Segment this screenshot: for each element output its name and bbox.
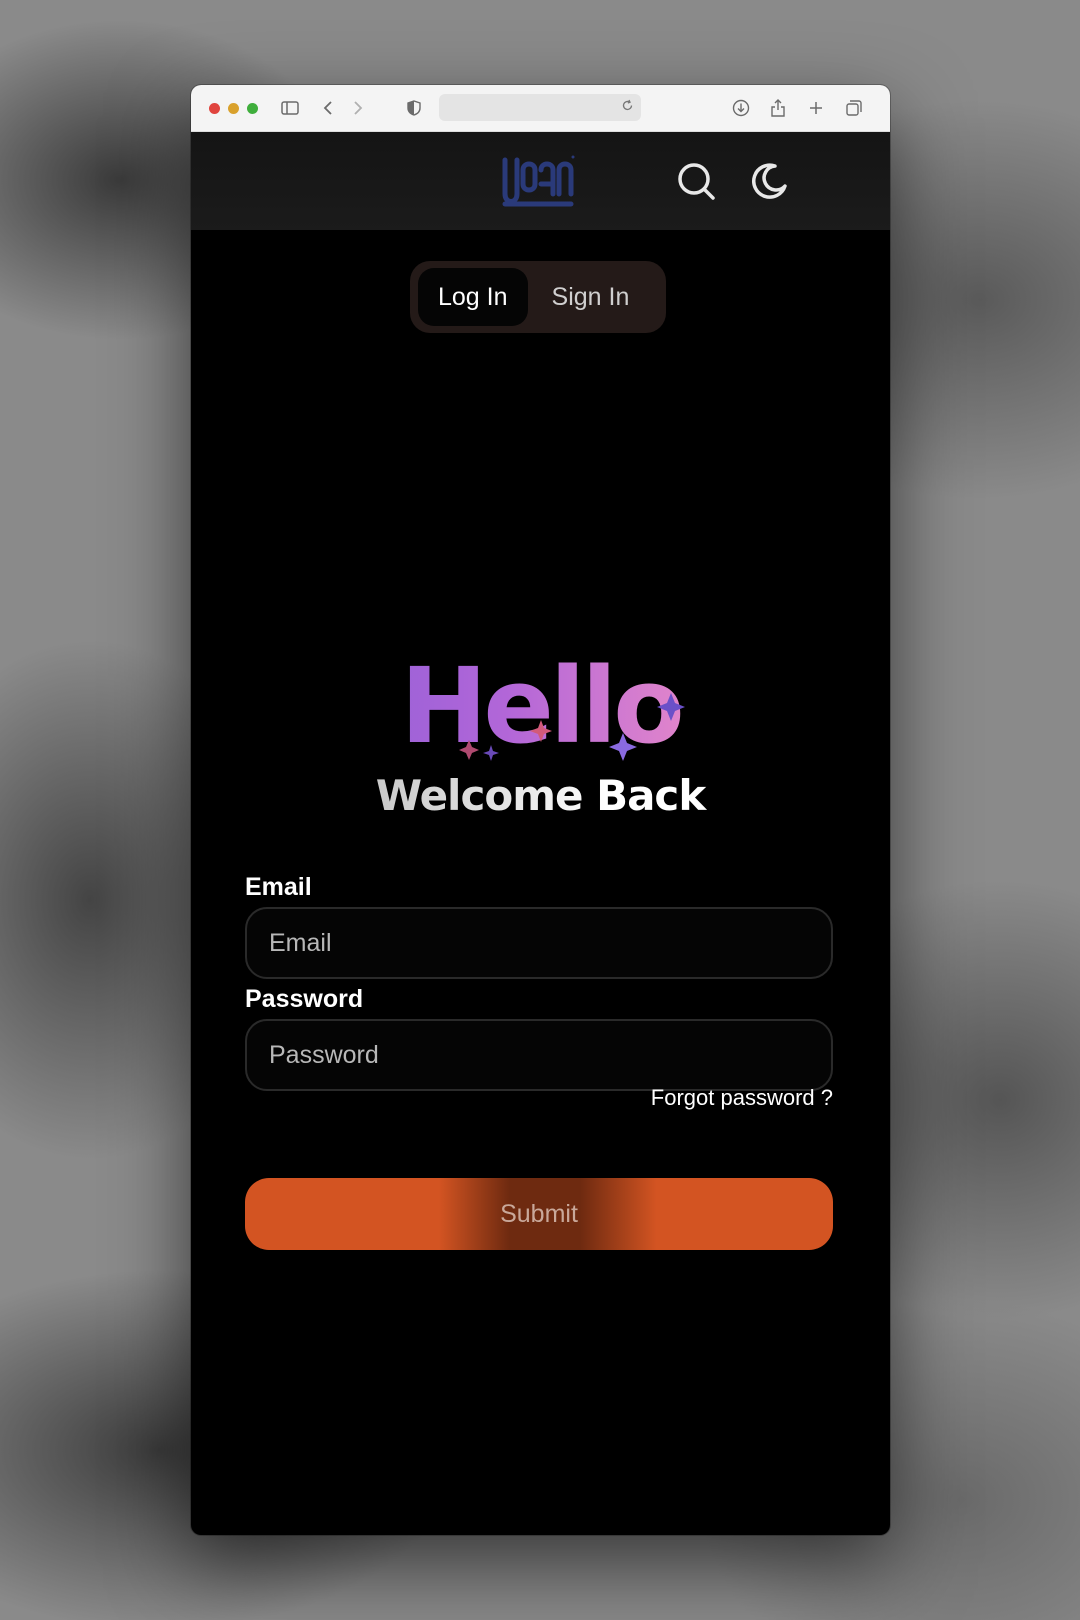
sparkle-icon [530, 720, 552, 742]
tab-sign-in[interactable]: Sign In [532, 268, 650, 326]
shield-icon[interactable] [403, 97, 425, 119]
site-logo[interactable] [501, 154, 575, 210]
search-button[interactable] [675, 160, 719, 204]
download-icon[interactable] [730, 97, 752, 119]
sparkle-icons [459, 693, 685, 761]
back-icon[interactable] [317, 97, 339, 119]
password-label: Password [245, 985, 364, 1013]
minimize-window-button[interactable] [228, 102, 239, 114]
forward-icon[interactable] [347, 97, 369, 119]
browser-window: Log In Sign In Hello Welcome Back Email … [191, 85, 890, 1535]
forgot-password-link[interactable]: Forgot password ? [651, 1085, 833, 1111]
hero: Hello [191, 645, 890, 767]
search-icon [678, 163, 715, 200]
submit-button[interactable]: Submit [245, 1178, 833, 1250]
email-field[interactable] [245, 907, 833, 979]
reload-icon[interactable] [619, 99, 635, 115]
share-icon[interactable] [767, 97, 789, 119]
tabs-overview-icon[interactable] [843, 97, 865, 119]
auth-tabs: Log In Sign In [410, 261, 666, 333]
sidebar-icon[interactable] [279, 97, 301, 119]
theme-toggle-button[interactable] [747, 160, 791, 204]
address-bar[interactable] [439, 94, 641, 121]
email-label: Email [245, 873, 312, 901]
maximize-window-button[interactable] [247, 102, 258, 114]
window-controls [209, 102, 258, 114]
sparkle-icon [657, 693, 685, 721]
sparkle-icon [483, 745, 499, 761]
sparkle-icon [609, 733, 637, 761]
moon-icon [752, 163, 787, 199]
browser-toolbar [191, 85, 890, 132]
tab-log-in[interactable]: Log In [418, 268, 528, 326]
new-tab-icon[interactable] [805, 97, 827, 119]
close-window-button[interactable] [209, 102, 220, 114]
password-field[interactable] [245, 1019, 833, 1091]
site-header [191, 132, 890, 230]
sparkle-icon [459, 740, 479, 760]
hero-subtitle: Welcome Back [191, 771, 890, 820]
